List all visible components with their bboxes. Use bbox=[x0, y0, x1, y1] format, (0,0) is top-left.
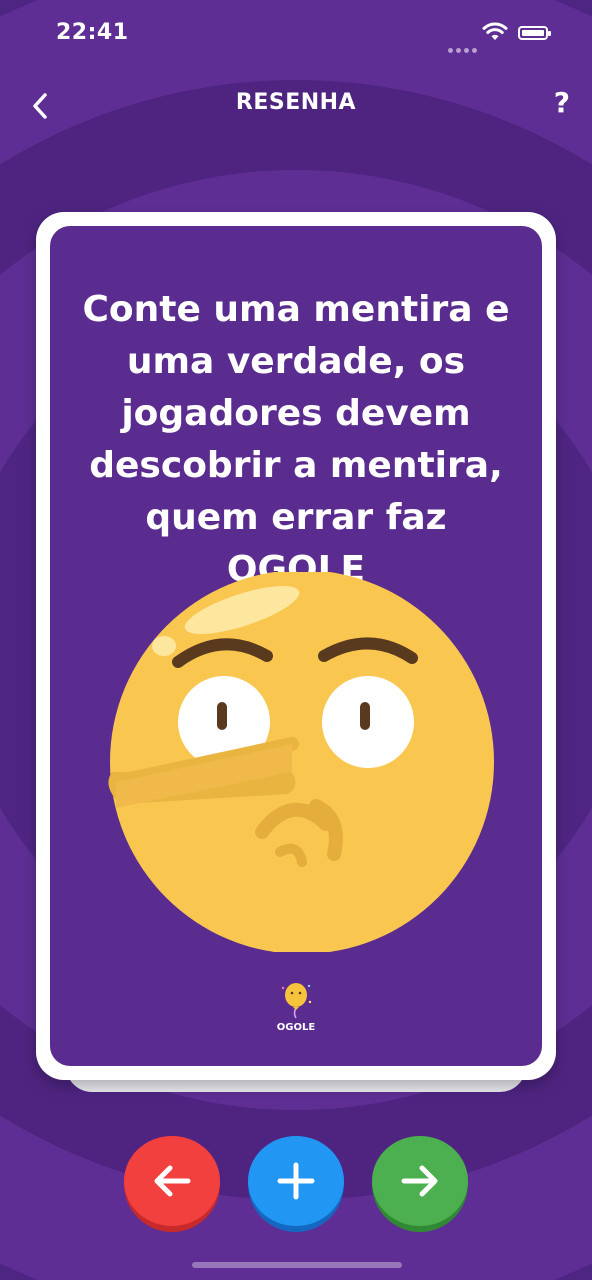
plus-icon bbox=[277, 1162, 315, 1200]
previous-card-button[interactable] bbox=[124, 1136, 220, 1232]
status-bar: 22:41 bbox=[0, 0, 592, 66]
next-card-button[interactable] bbox=[372, 1136, 468, 1232]
page-title: RESENHA bbox=[235, 90, 357, 115]
brand-logo: OGOLE bbox=[50, 980, 542, 1033]
card-face: Conte uma mentira e uma verdade, os joga… bbox=[50, 226, 542, 1066]
arrow-right-icon bbox=[401, 1165, 438, 1197]
navigation-bar: RESENHA ? bbox=[0, 80, 592, 130]
cellular-signal-icon bbox=[448, 38, 480, 57]
add-card-button[interactable] bbox=[248, 1136, 344, 1232]
arrow-left-icon bbox=[154, 1165, 191, 1197]
challenge-card[interactable]: Conte uma mentira e uma verdade, os joga… bbox=[36, 212, 556, 1080]
card-controls bbox=[0, 1132, 592, 1242]
home-indicator bbox=[192, 1262, 402, 1268]
wifi-icon bbox=[482, 22, 508, 46]
help-button[interactable]: ? bbox=[554, 86, 570, 119]
balloon-logo-icon bbox=[281, 983, 312, 1019]
battery-icon bbox=[518, 26, 551, 40]
lying-face-emoji-icon bbox=[108, 572, 494, 952]
status-time: 22:41 bbox=[56, 20, 129, 45]
card-prompt: Conte uma mentira e uma verdade, os joga… bbox=[82, 289, 510, 590]
brand-name: OGOLE bbox=[276, 1022, 316, 1033]
